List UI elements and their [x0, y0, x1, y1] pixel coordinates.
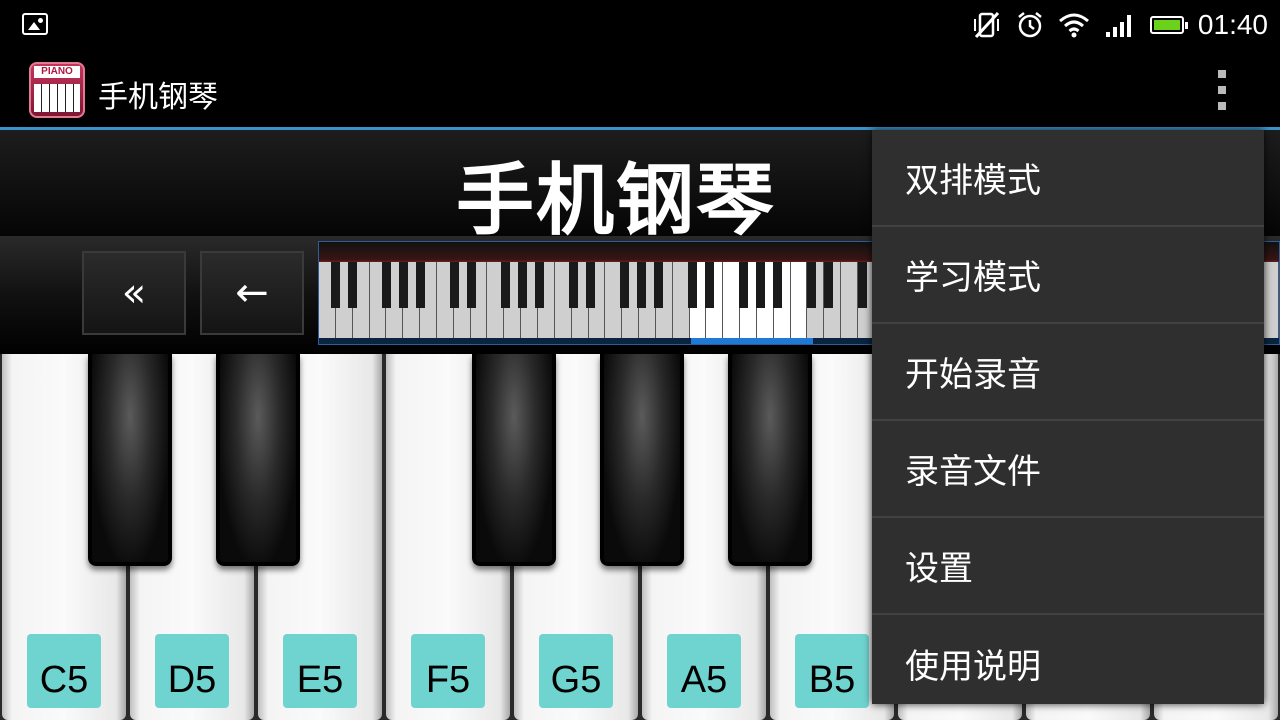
app-icon[interactable]: PIANO [29, 62, 85, 118]
back-arrow-icon: ← [235, 270, 269, 316]
signal-icon [1105, 15, 1131, 37]
back-button[interactable]: ← [200, 251, 304, 335]
black-key[interactable] [728, 354, 812, 566]
app-icon-keys [34, 84, 80, 112]
banner-title: 手机钢琴 [456, 156, 777, 246]
gallery-icon [22, 13, 48, 35]
menu-item-start-recording[interactable]: 开始录音 [872, 324, 1264, 421]
black-key[interactable] [600, 354, 684, 566]
battery-icon [1149, 16, 1188, 34]
note-label: F5 [411, 634, 485, 708]
fast-rewind-button[interactable]: « [82, 251, 186, 335]
menu-item-recording-files[interactable]: 录音文件 [872, 421, 1264, 518]
note-label: G5 [539, 634, 613, 708]
app-title: 手机钢琴 [98, 80, 218, 115]
note-label: B5 [795, 634, 869, 708]
note-label: A5 [667, 634, 741, 708]
status-icons: 01:40 [972, 8, 1268, 42]
note-label: C5 [27, 634, 101, 708]
black-key[interactable] [216, 354, 300, 566]
menu-item-settings[interactable]: 设置 [872, 518, 1264, 615]
black-key[interactable] [472, 354, 556, 566]
status-time: 01:40 [1197, 9, 1268, 40]
wifi-icon [1058, 13, 1089, 38]
menu-item-learn-mode[interactable]: 学习模式 [872, 227, 1264, 324]
fast-rewind-icon: « [121, 270, 147, 316]
note-label: E5 [283, 634, 357, 708]
overview-selection[interactable] [691, 338, 813, 344]
menu-item-instructions[interactable]: 使用说明 [872, 615, 1264, 712]
black-key[interactable] [88, 354, 172, 566]
menu-item-dual-row-mode[interactable]: 双排模式 [872, 130, 1264, 227]
alarm-icon [1018, 12, 1042, 38]
note-label: D5 [155, 634, 229, 708]
app-icon-label: PIANO [34, 66, 80, 78]
overflow-menu-icon[interactable] [1212, 70, 1232, 110]
overflow-dropdown-menu: 双排模式 学习模式 开始录音 录音文件 设置 使用说明 [872, 130, 1264, 704]
vibrate-off-icon [973, 11, 1000, 39]
status-bar: 01:40 [0, 0, 1280, 50]
